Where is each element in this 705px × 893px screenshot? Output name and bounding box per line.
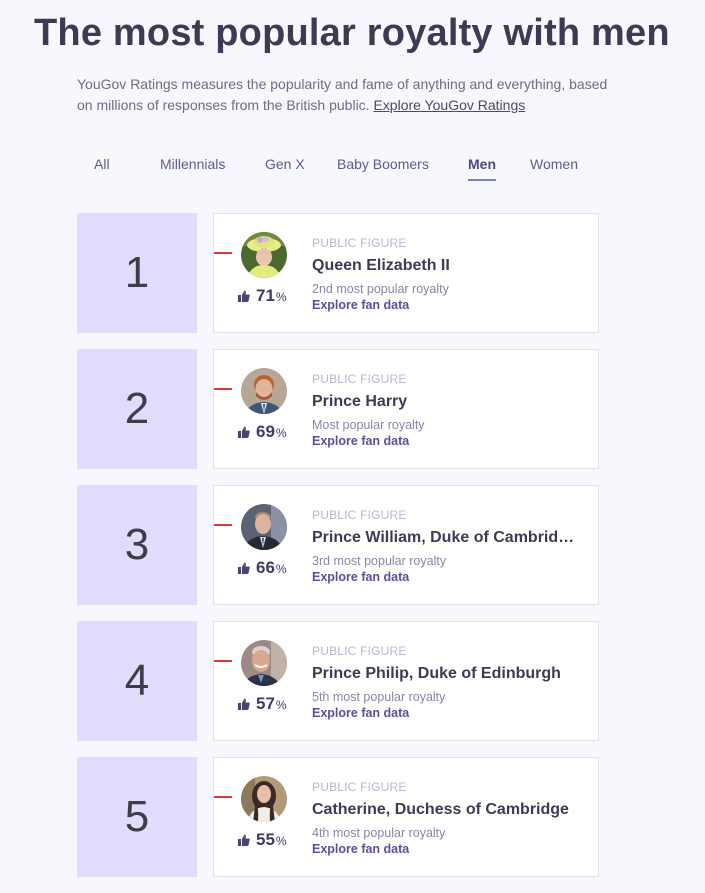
trend-down-marker xyxy=(214,388,232,390)
score-percent-sign: % xyxy=(275,562,287,576)
avatar[interactable] xyxy=(241,368,287,414)
popularity-rank-text: 5th most popular royalty xyxy=(312,690,446,704)
thumbs-up-icon xyxy=(238,562,250,574)
figure-name[interactable]: Prince William, Duke of Cambrid… xyxy=(312,529,592,547)
page-title: The most popular royalty with men xyxy=(34,12,670,54)
ranking-card[interactable]: 55 % PUBLIC FIGURE Catherine, Duchess of… xyxy=(213,757,599,877)
tab-all[interactable]: All xyxy=(94,156,110,179)
tab-millennials[interactable]: Millennials xyxy=(160,156,225,179)
popularity-rank-text: Most popular royalty xyxy=(312,418,425,432)
score-percent-sign: % xyxy=(275,698,287,712)
audience-tabs: All Millennials Gen X Baby Boomers Men W… xyxy=(77,156,617,184)
ranking-row: 5 55 % PUBLIC FIGURE Catherine, Duchess … xyxy=(77,757,599,877)
trend-down-marker xyxy=(214,524,232,526)
score-value: 71 xyxy=(256,286,275,305)
explore-yougov-ratings-link[interactable]: Explore YouGov Ratings xyxy=(373,97,525,113)
rank-number: 1 xyxy=(77,213,197,333)
rank-number: 2 xyxy=(77,349,197,469)
tab-men[interactable]: Men xyxy=(468,156,496,181)
thumbs-up-icon xyxy=(238,698,250,710)
intro-paragraph: YouGov Ratings measures the popularity a… xyxy=(77,74,617,116)
category-label: PUBLIC FIGURE xyxy=(312,372,407,386)
explore-fan-data-link[interactable]: Explore fan data xyxy=(312,842,592,856)
avatar[interactable] xyxy=(241,640,287,686)
ranking-row: 4 57 % PUBLIC FIGURE Prince Philip, Duke… xyxy=(77,621,599,741)
ranking-row: 3 66 % PUBLIC FIGURE Prince William, Duk… xyxy=(77,485,599,605)
ranking-card[interactable]: 66 % PUBLIC FIGURE Prince William, Duke … xyxy=(213,485,599,605)
score-percent-sign: % xyxy=(275,290,287,304)
ranking-card[interactable]: 69 % PUBLIC FIGURE Prince Harry Most pop… xyxy=(213,349,599,469)
popularity-score: 69 % xyxy=(238,422,287,442)
avatar[interactable] xyxy=(241,232,287,278)
popularity-score: 55 % xyxy=(238,830,287,850)
explore-fan-data-link[interactable]: Explore fan data xyxy=(312,434,592,448)
figure-name[interactable]: Queen Elizabeth II xyxy=(312,257,592,275)
score-value: 66 xyxy=(256,558,275,577)
ranking-card[interactable]: 57 % PUBLIC FIGURE Prince Philip, Duke o… xyxy=(213,621,599,741)
score-value: 69 xyxy=(256,422,275,441)
figure-name[interactable]: Catherine, Duchess of Cambridge xyxy=(312,801,592,819)
score-value: 57 xyxy=(256,694,275,713)
popularity-rank-text: 3rd most popular royalty xyxy=(312,554,447,568)
category-label: PUBLIC FIGURE xyxy=(312,644,407,658)
ranking-row: 2 69 % PUBLIC FIGURE Prince Harry Most p… xyxy=(77,349,599,469)
tab-women[interactable]: Women xyxy=(530,156,578,179)
thumbs-up-icon xyxy=(238,426,250,438)
ranking-card[interactable]: 71 % PUBLIC FIGURE Queen Elizabeth II 2n… xyxy=(213,213,599,333)
explore-fan-data-link[interactable]: Explore fan data xyxy=(312,298,592,312)
score-percent-sign: % xyxy=(275,834,287,848)
figure-name[interactable]: Prince Harry xyxy=(312,393,592,411)
popularity-score: 71 % xyxy=(238,286,287,306)
explore-fan-data-link[interactable]: Explore fan data xyxy=(312,570,592,584)
avatar[interactable] xyxy=(241,776,287,822)
popularity-rank-text: 4th most popular royalty xyxy=(312,826,446,840)
rank-number: 3 xyxy=(77,485,197,605)
figure-name[interactable]: Prince Philip, Duke of Edinburgh xyxy=(312,665,592,683)
tab-baby-boomers[interactable]: Baby Boomers xyxy=(337,156,429,179)
explore-fan-data-link[interactable]: Explore fan data xyxy=(312,706,592,720)
avatar[interactable] xyxy=(241,504,287,550)
trend-down-marker xyxy=(214,660,232,662)
popularity-score: 66 % xyxy=(238,558,287,578)
thumbs-up-icon xyxy=(238,290,250,302)
popularity-score: 57 % xyxy=(238,694,287,714)
trend-down-marker xyxy=(214,796,232,798)
popularity-rank-text: 2nd most popular royalty xyxy=(312,282,449,296)
intro-text: YouGov Ratings measures the popularity a… xyxy=(77,76,608,113)
ranking-row: 1 71 % PUBLIC FIGURE Queen Elizabeth II … xyxy=(77,213,599,333)
rank-number: 5 xyxy=(77,757,197,877)
category-label: PUBLIC FIGURE xyxy=(312,780,407,794)
category-label: PUBLIC FIGURE xyxy=(312,236,407,250)
thumbs-up-icon xyxy=(238,834,250,846)
rank-number: 4 xyxy=(77,621,197,741)
score-percent-sign: % xyxy=(275,426,287,440)
category-label: PUBLIC FIGURE xyxy=(312,508,407,522)
trend-down-marker xyxy=(214,252,232,254)
tab-gen-x[interactable]: Gen X xyxy=(265,156,305,179)
rankings-list: 1 71 % PUBLIC FIGURE Queen Elizabeth II … xyxy=(77,213,599,893)
score-value: 55 xyxy=(256,830,275,849)
